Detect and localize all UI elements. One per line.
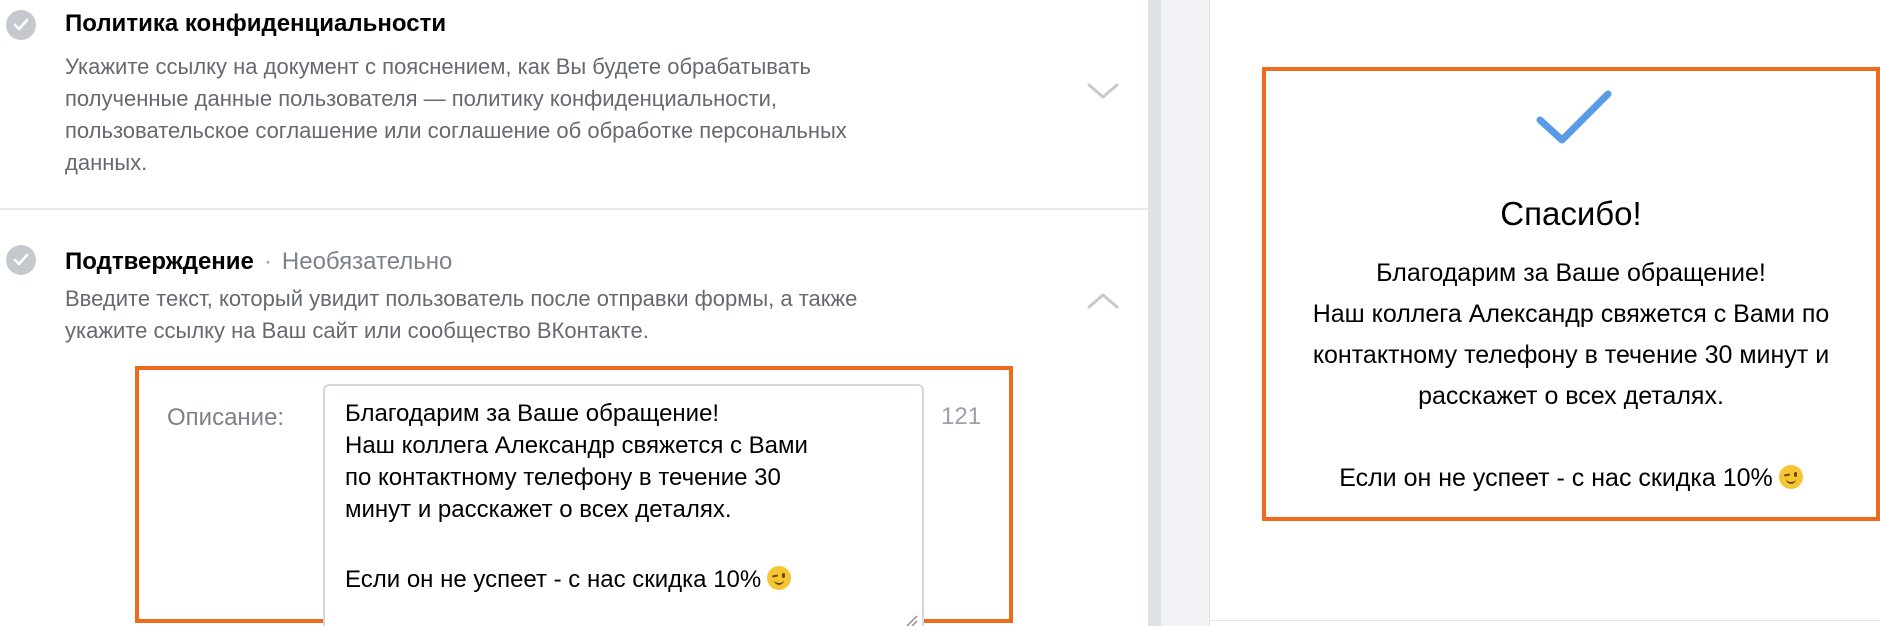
confirmation-title: Подтверждение · Необязательно bbox=[65, 248, 452, 276]
preview-divider bbox=[1209, 620, 1880, 621]
privacy-policy-section[interactable]: Политика конфиденциальности Укажите ссыл… bbox=[0, 0, 1148, 210]
preview-line: Благодарим за Ваше обращение! bbox=[1376, 259, 1766, 287]
check-circle-icon bbox=[6, 245, 36, 275]
winking-face-emoji-icon bbox=[767, 566, 792, 590]
thank-you-preview-card: Спасибо! Благодарим за Ваше обращение! Н… bbox=[1262, 67, 1880, 521]
panel-divider bbox=[1161, 0, 1209, 626]
privacy-policy-description: Укажите ссылку на документ с пояснением,… bbox=[65, 51, 1055, 179]
preview-title: Спасибо! bbox=[1500, 195, 1642, 232]
scrollbar-track[interactable] bbox=[1148, 0, 1161, 626]
character-counter: 121 bbox=[941, 403, 982, 430]
textarea-line: по контактному телефону в течение 30 bbox=[345, 464, 781, 491]
description-label: Описание: bbox=[167, 404, 285, 431]
description-line: укажите ссылку на Ваш сайт или сообществ… bbox=[65, 318, 649, 343]
description-line: данных. bbox=[65, 150, 148, 175]
preview-blank-line bbox=[1266, 417, 1876, 458]
description-line: Введите текст, который увидит пользовате… bbox=[65, 286, 858, 311]
check-circle-icon bbox=[6, 10, 36, 40]
privacy-policy-title: Политика конфиденциальности bbox=[65, 10, 447, 37]
description-editor-highlight: Описание: Благодарим за Ваше обращение! … bbox=[135, 366, 1013, 626]
description-line: полученные данные пользователя — политик… bbox=[65, 86, 778, 111]
optional-label: Необязательно bbox=[281, 248, 453, 275]
confirmation-description: Введите текст, который увидит пользовате… bbox=[65, 283, 1055, 347]
confirmation-title-text: Подтверждение bbox=[65, 248, 254, 275]
description-textarea[interactable]: Благодарим за Ваше обращение! Наш коллег… bbox=[323, 384, 924, 626]
chevron-up-icon[interactable] bbox=[1085, 289, 1121, 313]
resize-grip-icon[interactable] bbox=[904, 613, 918, 626]
textarea-line: минут и расскажет о всех деталях. bbox=[345, 496, 732, 523]
textarea-last-line: Если он не успеет - с нас скидка 10% bbox=[345, 564, 922, 596]
description-line: пользовательское соглашение или соглашен… bbox=[65, 118, 847, 143]
textarea-line-text: Если он не успеет - с нас скидка 10% bbox=[345, 566, 762, 593]
preview-last-line: Если он не успеет - с нас скидка 10% bbox=[1266, 458, 1876, 499]
form-settings-panel: Политика конфиденциальности Укажите ссыл… bbox=[0, 0, 1148, 626]
description-line: Укажите ссылку на документ с пояснением,… bbox=[65, 54, 811, 79]
chevron-down-icon[interactable] bbox=[1085, 79, 1121, 103]
checkmark-icon bbox=[1534, 88, 1614, 148]
preview-message: Благодарим за Ваше обращение! Наш коллег… bbox=[1266, 253, 1876, 499]
preview-line: расскажет о всех деталях. bbox=[1418, 382, 1724, 410]
textarea-line: Наш коллега Александр свяжется с Вами bbox=[345, 432, 808, 459]
textarea-blank-line bbox=[345, 526, 922, 564]
preview-line: контактному телефону в течение 30 минут … bbox=[1312, 341, 1830, 369]
preview-line: Наш коллега Александр свяжется с Вами по bbox=[1312, 300, 1830, 328]
separator-dot: · bbox=[263, 248, 272, 275]
winking-face-emoji-icon bbox=[1778, 465, 1803, 489]
preview-line-text: Если он не успеет - с нас скидка 10% bbox=[1339, 464, 1773, 492]
textarea-line: Благодарим за Ваше обращение! bbox=[345, 400, 720, 427]
